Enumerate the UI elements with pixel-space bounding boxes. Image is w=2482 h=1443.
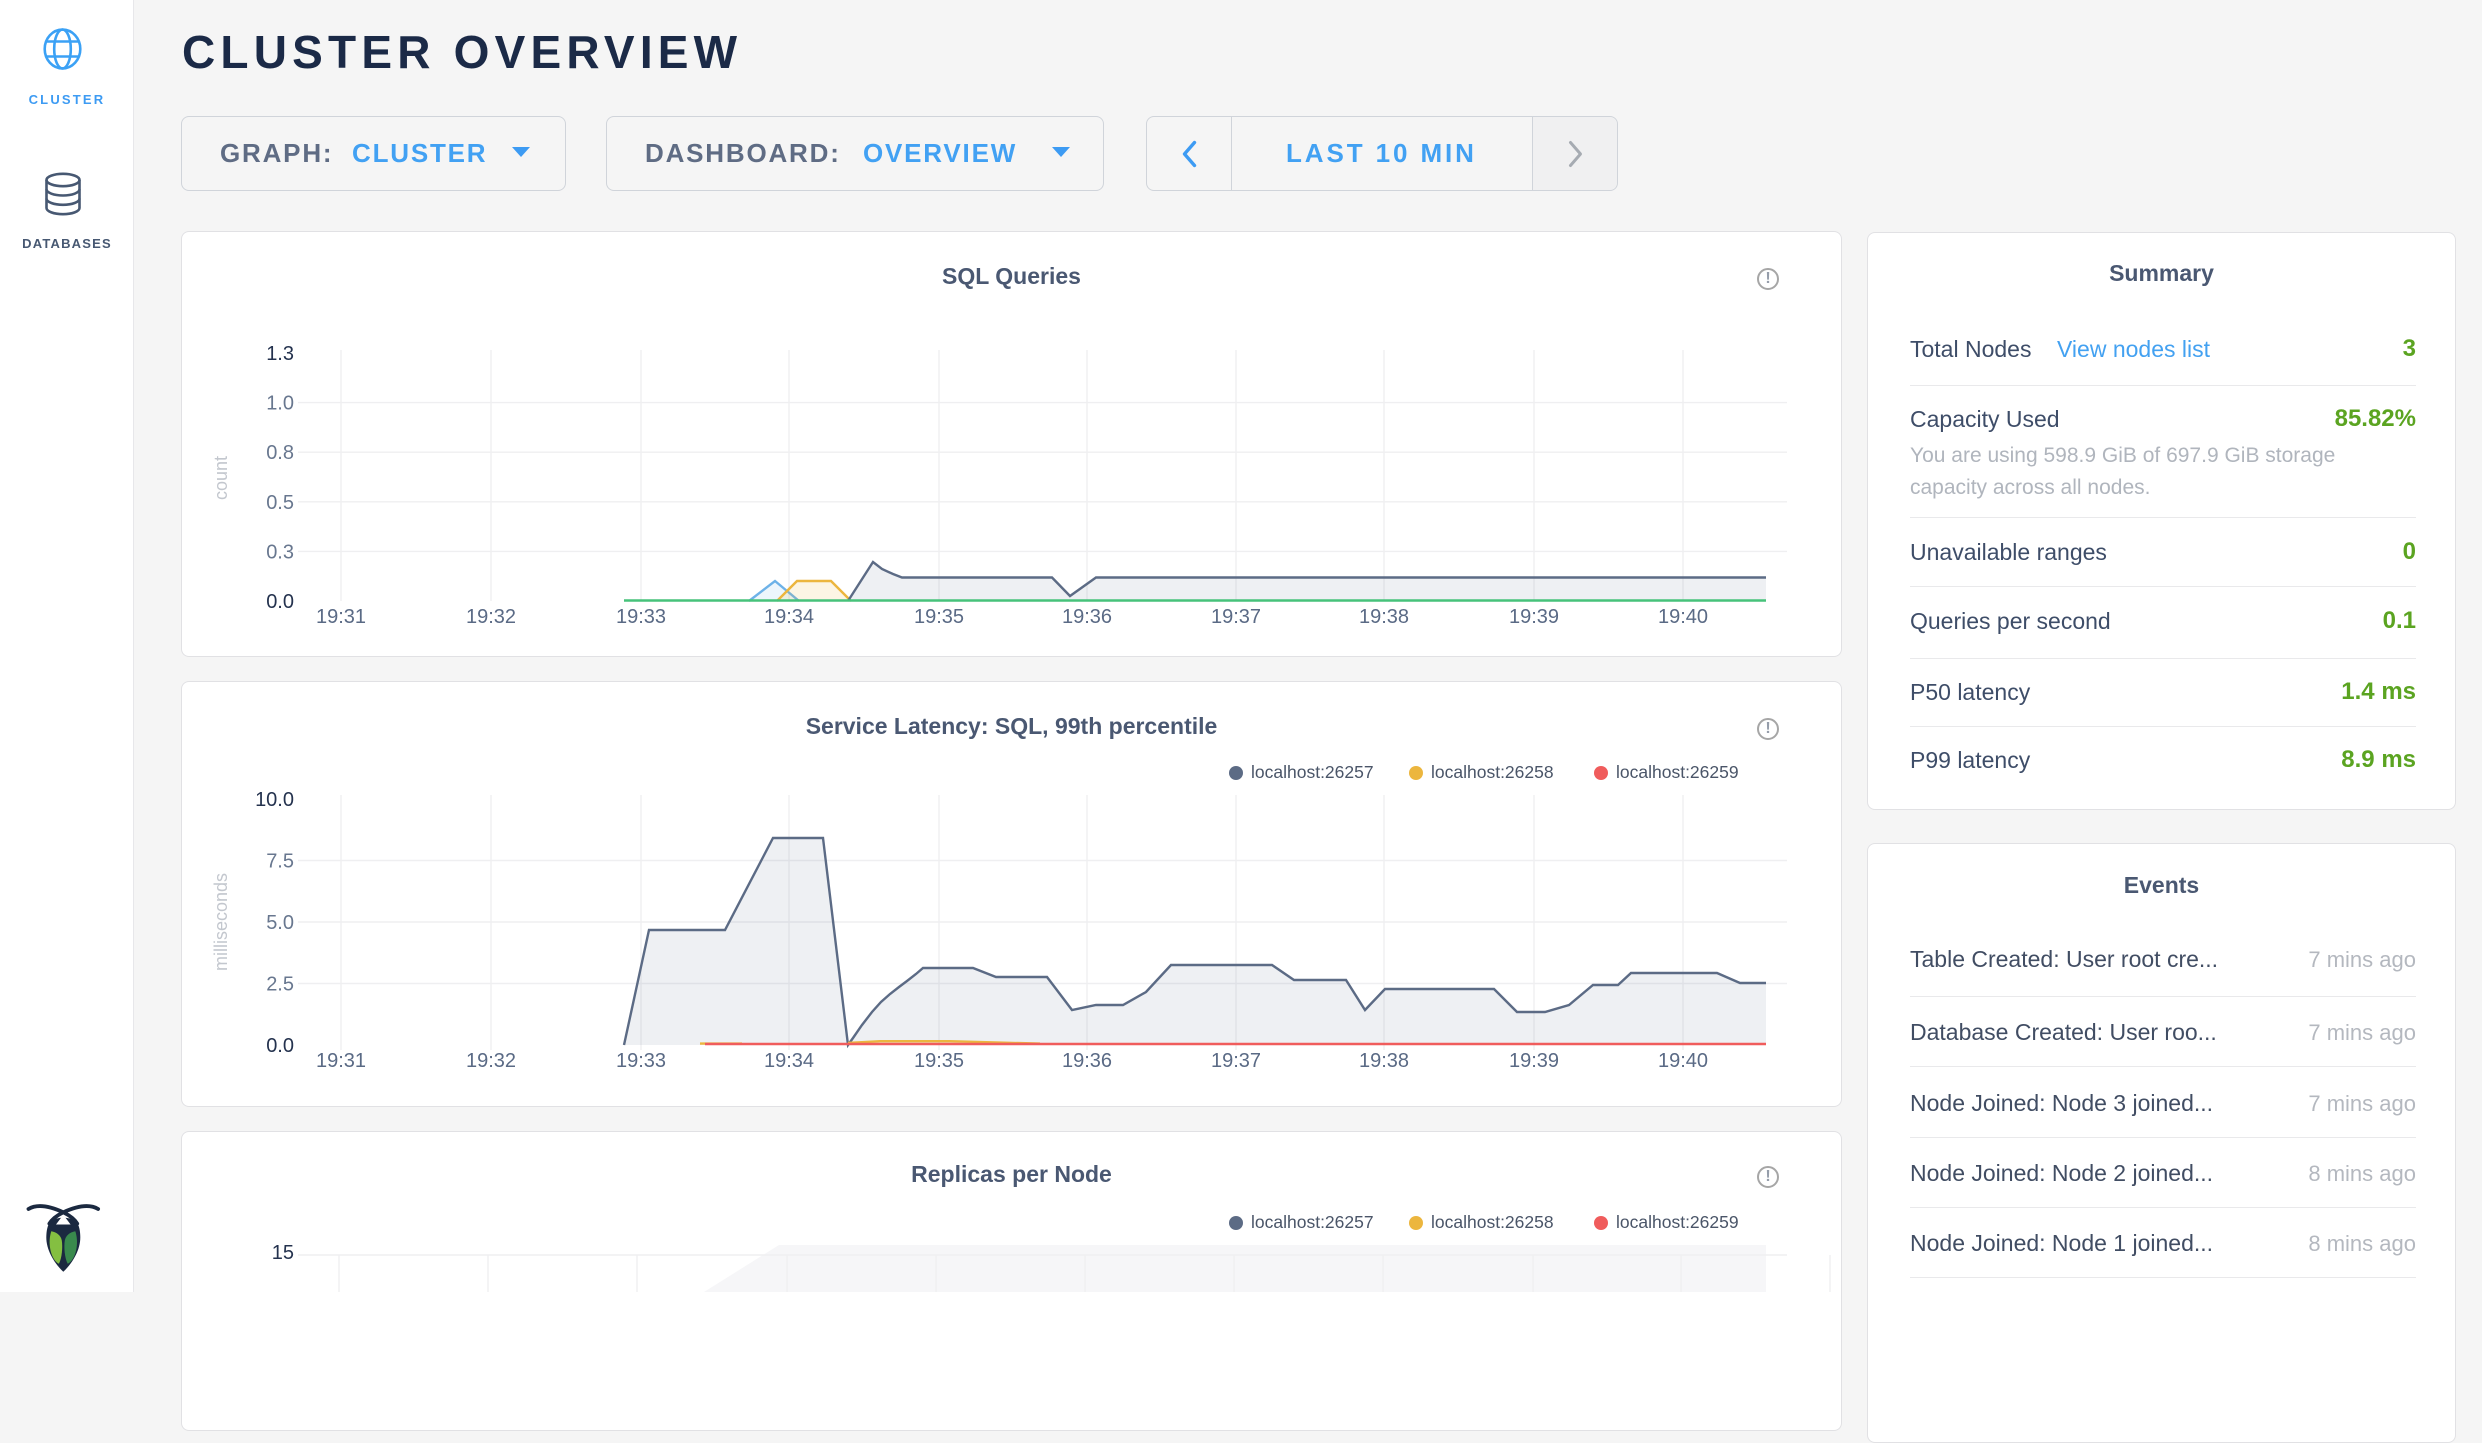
svg-text:count: count	[211, 456, 231, 500]
svg-text:19:39: 19:39	[1509, 606, 1559, 628]
svg-text:19:33: 19:33	[616, 1050, 666, 1072]
svg-text:19:32: 19:32	[466, 1050, 516, 1072]
svg-text:19:38: 19:38	[1359, 1050, 1409, 1072]
svg-text:19:39: 19:39	[1509, 1050, 1559, 1072]
svg-text:19:37: 19:37	[1211, 606, 1261, 628]
svg-text:1.3: 1.3	[266, 343, 294, 365]
svg-text:0.3: 0.3	[266, 541, 294, 563]
svg-text:19:35: 19:35	[914, 1050, 964, 1072]
svg-text:5.0: 5.0	[266, 912, 294, 934]
svg-text:19:40: 19:40	[1658, 606, 1708, 628]
svg-text:19:31: 19:31	[316, 1050, 366, 1072]
svg-text:19:34: 19:34	[764, 1050, 814, 1072]
svg-text:19:31: 19:31	[316, 606, 366, 628]
svg-text:2.5: 2.5	[266, 974, 294, 996]
svg-text:19:37: 19:37	[1211, 1050, 1261, 1072]
svg-text:0.5: 0.5	[266, 492, 294, 514]
svg-text:19:40: 19:40	[1658, 1050, 1708, 1072]
svg-text:7.5: 7.5	[266, 851, 294, 873]
svg-text:19:36: 19:36	[1062, 1050, 1112, 1072]
svg-text:milliseconds: milliseconds	[211, 873, 231, 971]
svg-text:19:38: 19:38	[1359, 606, 1409, 628]
svg-text:15: 15	[272, 1242, 294, 1264]
svg-text:19:36: 19:36	[1062, 606, 1112, 628]
svg-text:19:32: 19:32	[466, 606, 516, 628]
svg-text:0.0: 0.0	[266, 591, 294, 613]
svg-text:0.0: 0.0	[266, 1035, 294, 1057]
svg-text:10.0: 10.0	[255, 789, 294, 811]
svg-text:1.0: 1.0	[266, 393, 294, 415]
svg-text:19:34: 19:34	[764, 606, 814, 628]
svg-text:19:35: 19:35	[914, 606, 964, 628]
svg-text:19:33: 19:33	[616, 606, 666, 628]
svg-text:0.8: 0.8	[266, 442, 294, 464]
